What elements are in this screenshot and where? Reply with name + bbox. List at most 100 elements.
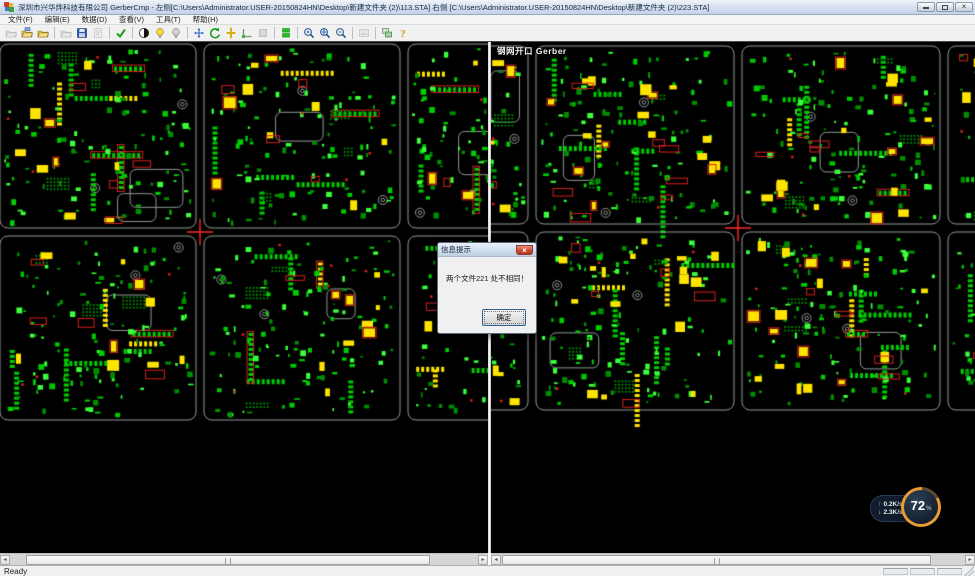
open-both-files-button (3, 26, 19, 41)
show-differences-button[interactable] (278, 26, 294, 41)
folder-open-icon (5, 27, 17, 39)
bulb-on-icon (154, 27, 166, 39)
left-gerber-panel[interactable] (0, 42, 488, 553)
download-arrow-icon: ↓ (878, 509, 882, 516)
minimize-button[interactable] (917, 2, 935, 12)
menu-item-tools[interactable]: 工具(T) (150, 15, 187, 25)
check-icon (115, 27, 127, 39)
pan-view-button[interactable] (191, 26, 207, 41)
mirror-icon (225, 27, 237, 39)
status-pane (883, 568, 908, 575)
close-button[interactable]: × (955, 2, 973, 12)
performance-ball[interactable]: 72 % (901, 487, 941, 527)
app-window: 深圳市兴华烨科技有限公司 GerberCmp - 左侧[C:\Users\Adm… (0, 0, 975, 576)
export-file-button (90, 26, 106, 41)
zoom-pan-button[interactable] (317, 26, 333, 41)
rotate-icon (209, 27, 221, 39)
scroll-left-arrow-icon[interactable]: ◂ (0, 555, 10, 565)
right-gerber-panel[interactable]: 钢网开口 Gerber (491, 42, 975, 553)
zoom-in-icon (303, 27, 315, 39)
invert-display-button[interactable] (136, 26, 152, 41)
snapshot-button (356, 26, 372, 41)
save-icon (76, 27, 88, 39)
status-pane (937, 568, 962, 575)
toolbar: ? (0, 25, 975, 42)
help-button[interactable]: ? (395, 26, 411, 41)
menu-item-edit[interactable]: 编辑(E) (39, 15, 76, 25)
menu-item-data[interactable]: 数据(D) (76, 15, 113, 25)
scrollbar-row: ◂ ▸ ◂ ▸ (0, 553, 975, 565)
left-horizontal-scrollbar[interactable]: ◂ ▸ (0, 553, 488, 565)
align-origin-button[interactable] (239, 26, 255, 41)
send-icon (92, 27, 104, 39)
move-icon (193, 27, 205, 39)
app-icon (4, 2, 14, 12)
image-icon (358, 27, 370, 39)
toolbar-separator (54, 27, 55, 39)
restore-icon (942, 5, 948, 10)
menu-item-file[interactable]: 文件(F) (2, 15, 39, 25)
resize-grip[interactable] (964, 566, 974, 576)
dialog-body: 两个文件221 处不相同！ 确定 (438, 257, 536, 334)
left-scrollbar-thumb[interactable] (26, 555, 430, 565)
upload-speed: 0.2K/s (884, 501, 903, 508)
layer-off-button[interactable] (168, 26, 184, 41)
zoom-out-button[interactable] (333, 26, 349, 41)
message-dialog: 信息提示 × 两个文件221 处不相同！ 确定 (437, 242, 537, 334)
corner-icon (241, 27, 253, 39)
menu-item-help[interactable]: 帮助(H) (187, 15, 224, 25)
contrast-icon (138, 27, 150, 39)
download-speed: 2.3K/s (884, 509, 903, 516)
import-file-button (58, 26, 74, 41)
folder-open-icon (37, 27, 49, 39)
right-horizontal-scrollbar[interactable]: ◂ ▸ (491, 553, 975, 565)
right-pcb-canvas[interactable] (491, 42, 975, 553)
mirror-view-button[interactable] (223, 26, 239, 41)
windows-icon (381, 27, 393, 39)
stop-compare-button (255, 26, 271, 41)
layer-on-button[interactable] (152, 26, 168, 41)
bulb-off-icon (170, 27, 182, 39)
scroll-right-arrow-icon[interactable]: ▸ (965, 555, 975, 565)
left-pcb-canvas[interactable] (0, 42, 488, 553)
tile-windows-button[interactable] (379, 26, 395, 41)
svg-text:?: ? (400, 28, 406, 39)
dialog-title-bar[interactable]: 信息提示 × (438, 243, 536, 257)
zoom-fit-icon (319, 27, 331, 39)
stop-icon (257, 27, 269, 39)
right-scrollbar-thumb[interactable] (502, 555, 931, 565)
dialog-ok-button[interactable]: 确定 (482, 309, 526, 326)
performance-percent-unit: % (926, 506, 931, 512)
open-right-file-button[interactable] (35, 26, 51, 41)
toolbar-separator (297, 27, 298, 39)
compare-files-button[interactable] (113, 26, 129, 41)
dialog-close-button[interactable]: × (516, 245, 533, 255)
net-speed-widget[interactable]: ↑ 0.2K/s ↓ 2.3K/s 72 % (870, 487, 942, 530)
save-file-button[interactable] (74, 26, 90, 41)
dialog-title: 信息提示 (441, 244, 516, 255)
toolbar-separator (132, 27, 133, 39)
status-bar: Ready (0, 565, 975, 576)
menu-bar: 文件(F)编辑(E)数据(D)查看(V)工具(T)帮助(H) (0, 15, 975, 25)
scrollbar-grip-icon (714, 558, 720, 564)
window-title: 深圳市兴华烨科技有限公司 GerberCmp - 左侧[C:\Users\Adm… (18, 2, 913, 13)
performance-ball-face: 72 % (904, 490, 938, 524)
status-pane (910, 568, 935, 575)
restore-button[interactable] (936, 2, 954, 12)
scroll-left-arrow-icon[interactable]: ◂ (491, 555, 501, 565)
toolbar-separator (352, 27, 353, 39)
zoom-out-icon (335, 27, 347, 39)
zoom-in-button[interactable] (301, 26, 317, 41)
folder-open-blue-icon (21, 27, 33, 39)
menu-item-view[interactable]: 查看(V) (113, 15, 150, 25)
toolbar-separator (109, 27, 110, 39)
folder-open-icon (60, 27, 72, 39)
open-left-file-button[interactable] (19, 26, 35, 41)
question-icon: ? (397, 27, 409, 39)
minimize-icon (923, 7, 929, 9)
toolbar-separator (187, 27, 188, 39)
rotate-view-button[interactable] (207, 26, 223, 41)
performance-percent: 72 (911, 499, 925, 512)
scrollbar-grip-icon (225, 558, 231, 564)
scroll-right-arrow-icon[interactable]: ▸ (478, 555, 488, 565)
